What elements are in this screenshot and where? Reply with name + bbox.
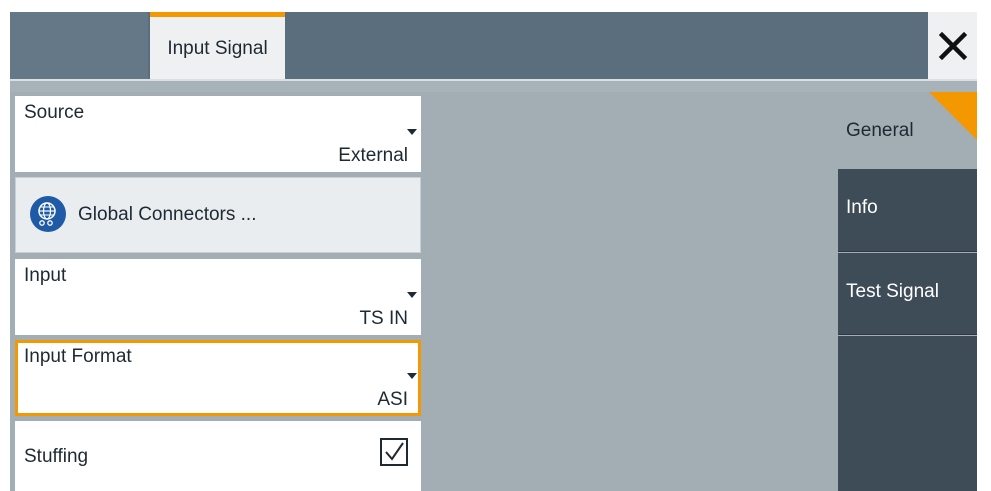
checkmark-icon [385, 442, 404, 461]
dropdown-caret-icon [407, 292, 417, 298]
nav-item-info-label: Info [846, 197, 878, 218]
source-label: Source [24, 102, 85, 123]
tab-empty[interactable] [10, 12, 148, 79]
input-format-label: Input Format [24, 346, 132, 367]
header-separator [10, 79, 977, 92]
active-corner-marker [929, 92, 977, 140]
stuffing-checkbox[interactable] [380, 438, 408, 466]
input-format-value: ASI [377, 389, 408, 410]
dialog-content: Source External Global Connectors ... In… [10, 92, 977, 491]
nav-item-test-signal-label: Test Signal [846, 281, 939, 302]
dialog-window: Input Signal Source External Global Conn… [10, 12, 977, 491]
dropdown-caret-icon [407, 129, 417, 135]
globe-connector-icon [30, 196, 66, 232]
close-button[interactable] [928, 12, 977, 79]
tab-input-signal-label: Input Signal [167, 37, 268, 59]
input-format-dropdown[interactable]: Input Format ASI [15, 340, 421, 416]
input-label: Input [24, 265, 67, 286]
tab-bar: Input Signal [10, 12, 977, 80]
global-connectors-label: Global Connectors ... [78, 204, 257, 225]
stuffing-row: Stuffing [15, 421, 421, 491]
global-connectors-button[interactable]: Global Connectors ... [15, 177, 421, 253]
input-value: TS IN [359, 308, 408, 329]
nav-item-general[interactable]: General [838, 92, 977, 168]
stuffing-label: Stuffing [24, 446, 89, 467]
source-value: External [338, 145, 408, 166]
input-dropdown[interactable]: Input TS IN [15, 259, 421, 335]
nav-empty-area [838, 336, 977, 491]
dropdown-caret-icon [407, 373, 417, 379]
nav-item-general-label: General [846, 120, 914, 141]
source-dropdown[interactable]: Source External [15, 96, 421, 172]
close-icon [938, 31, 967, 60]
nav-item-info[interactable]: Info [838, 169, 977, 252]
tab-input-signal[interactable]: Input Signal [150, 12, 285, 80]
nav-item-test-signal[interactable]: Test Signal [838, 253, 977, 335]
